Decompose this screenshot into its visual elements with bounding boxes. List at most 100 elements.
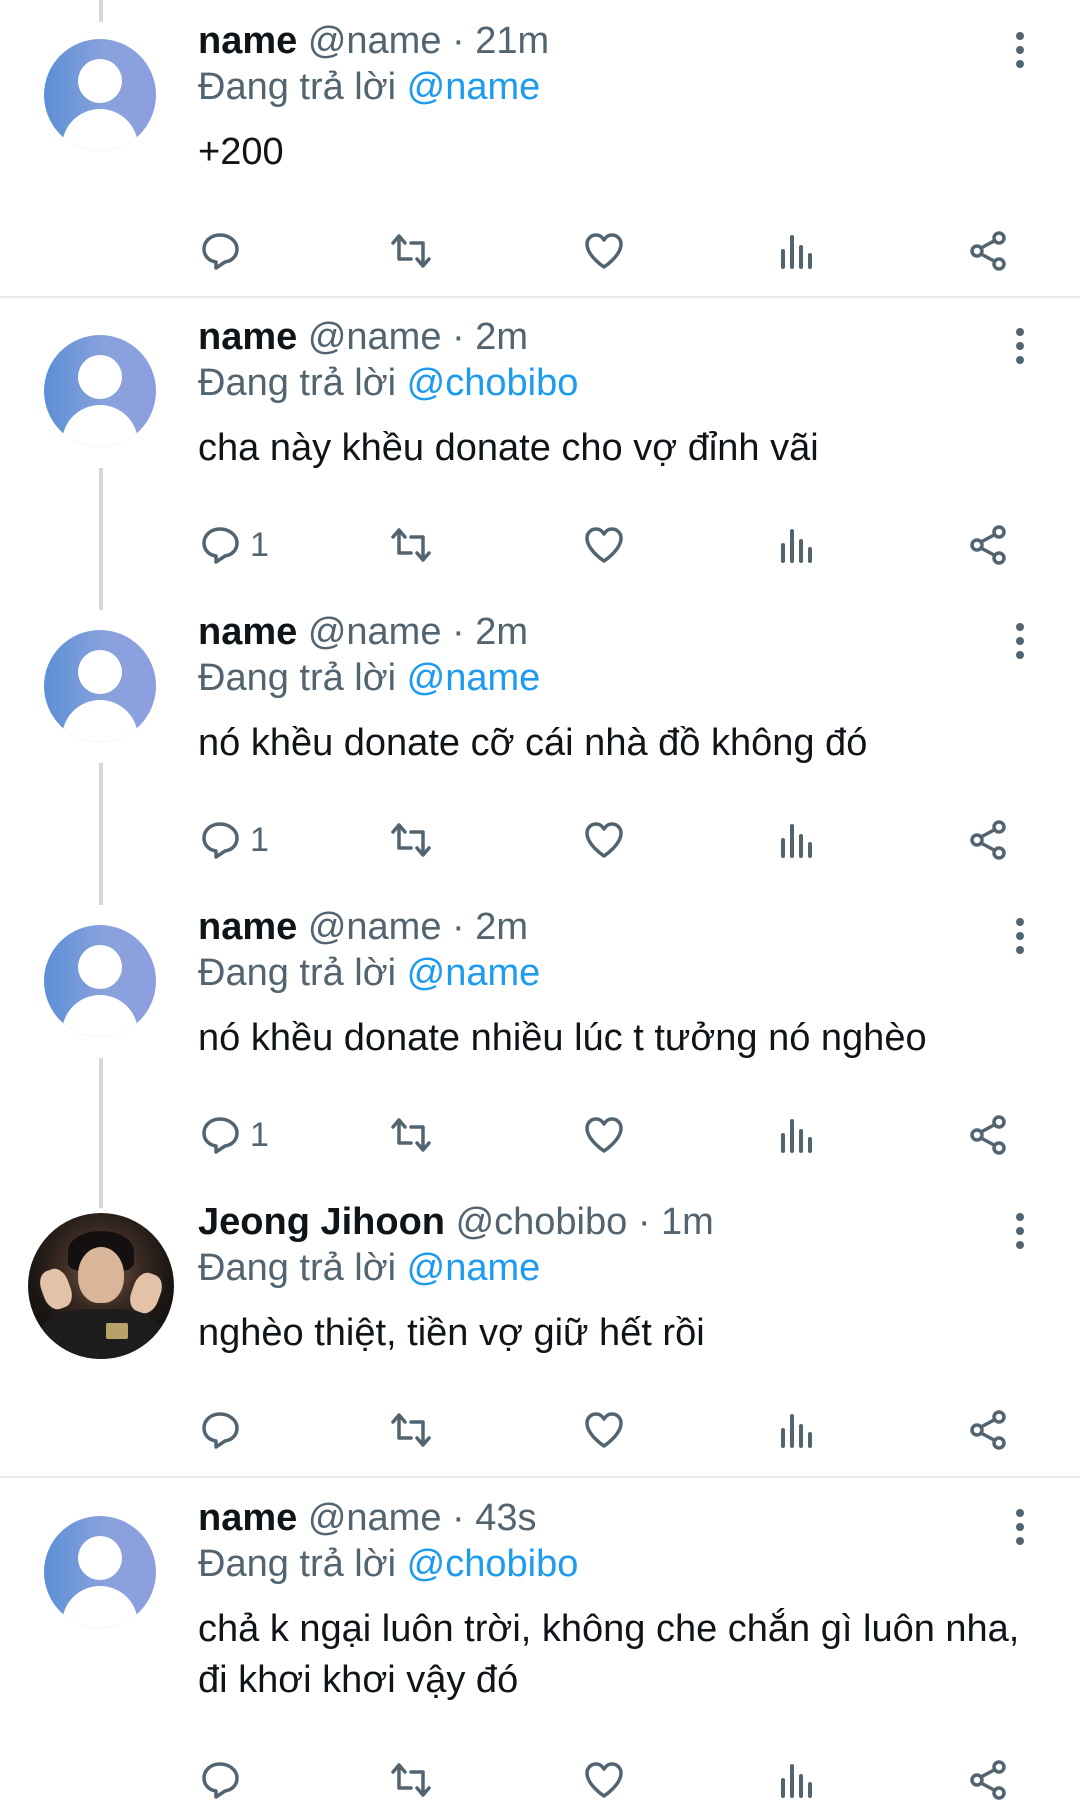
share-button[interactable]: [966, 520, 1010, 570]
retweet-icon: [391, 528, 431, 562]
more-icon[interactable]: [1010, 916, 1030, 956]
reply-button[interactable]: 1: [198, 520, 269, 570]
retweet-button[interactable]: [389, 226, 433, 276]
like-button[interactable]: [582, 520, 626, 570]
reply-button[interactable]: 1: [198, 815, 269, 865]
display-name[interactable]: name: [198, 1497, 297, 1539]
views-button[interactable]: [775, 226, 819, 276]
default-avatar-icon[interactable]: [44, 630, 156, 742]
user-handle[interactable]: @chobibo: [456, 1201, 628, 1243]
like-button[interactable]: [582, 1110, 626, 1160]
share-button[interactable]: [966, 1755, 1010, 1805]
user-handle[interactable]: @name: [308, 20, 442, 62]
reply-icon: [202, 1762, 239, 1799]
replying-to-label: Đang trả lời: [198, 952, 397, 994]
user-handle[interactable]: @name: [308, 611, 442, 653]
retweet-button[interactable]: [389, 520, 433, 570]
reply-count: 1: [250, 820, 269, 859]
timestamp[interactable]: 21m: [475, 20, 549, 62]
replying-to-label: Đang trả lời: [198, 66, 397, 108]
default-avatar-icon[interactable]: [44, 1516, 156, 1628]
more-icon[interactable]: [1010, 621, 1030, 661]
timestamp[interactable]: 2m: [475, 316, 528, 358]
mention-link[interactable]: @name: [407, 952, 541, 994]
action-bar: 1: [0, 1110, 1080, 1160]
views-button[interactable]: [775, 1110, 819, 1160]
views-button[interactable]: [775, 815, 819, 865]
action-bar: 1: [0, 815, 1080, 865]
separator-dot: ·: [452, 906, 465, 948]
replying-to-label: Đang trả lời: [198, 362, 397, 404]
default-avatar-icon[interactable]: [44, 39, 156, 151]
like-button[interactable]: [582, 815, 626, 865]
retweet-button[interactable]: [389, 815, 433, 865]
more-icon[interactable]: [1010, 1211, 1030, 1251]
reply-button[interactable]: 1: [198, 1110, 269, 1160]
retweet-button[interactable]: [389, 1405, 433, 1455]
mention-link[interactable]: @name: [407, 657, 541, 699]
views-icon: [781, 824, 812, 858]
views-icon: [781, 235, 812, 269]
separator-dot: ·: [452, 1497, 465, 1539]
profile-photo[interactable]: [28, 1213, 174, 1359]
tweet[interactable]: name @name · 21m Đang trả lời @name +200: [0, 0, 1080, 296]
display-name[interactable]: name: [198, 611, 297, 653]
mention-link[interactable]: @chobibo: [407, 362, 579, 404]
timestamp[interactable]: 2m: [475, 906, 528, 948]
mention-link[interactable]: @chobibo: [407, 1543, 579, 1585]
reply-icon: [202, 1412, 239, 1449]
views-button[interactable]: [775, 1405, 819, 1455]
views-icon: [781, 1414, 812, 1448]
display-name[interactable]: name: [198, 316, 297, 358]
timestamp[interactable]: 43s: [475, 1497, 536, 1539]
views-button[interactable]: [775, 520, 819, 570]
views-icon: [781, 1764, 812, 1798]
thread-line: [99, 763, 103, 905]
more-icon[interactable]: [1010, 30, 1030, 70]
like-button[interactable]: [582, 226, 626, 276]
timestamp[interactable]: 1m: [661, 1201, 714, 1243]
views-button[interactable]: [775, 1755, 819, 1805]
replying-to: Đang trả lời @name: [198, 657, 540, 700]
action-bar: [0, 1405, 1080, 1455]
retweet-button[interactable]: [389, 1755, 433, 1805]
tweet[interactable]: name @name · 2m Đang trả lời @chobibo ch…: [0, 296, 1080, 591]
display-name[interactable]: name: [198, 906, 297, 948]
tweet[interactable]: name @name · 43s Đang trả lời @chobibo c…: [0, 1477, 1080, 1816]
share-button[interactable]: [966, 226, 1010, 276]
mention-link[interactable]: @name: [407, 1247, 541, 1289]
tweet-text: +200: [198, 131, 284, 173]
user-handle[interactable]: @name: [308, 906, 442, 948]
replying-to: Đang trả lời @chobibo: [198, 362, 578, 405]
tweet-text: cha này khều donate cho vợ đỉnh vãi: [198, 427, 819, 469]
reply-button[interactable]: [198, 226, 250, 276]
reply-button[interactable]: [198, 1755, 250, 1805]
tweet[interactable]: name @name · 2m Đang trả lời @name nó kh…: [0, 591, 1080, 886]
share-icon: [970, 525, 1006, 565]
default-avatar-icon[interactable]: [44, 925, 156, 1037]
reply-button[interactable]: [198, 1405, 250, 1455]
replying-to: Đang trả lời @name: [198, 66, 540, 109]
like-button[interactable]: [582, 1755, 626, 1805]
retweet-button[interactable]: [389, 1110, 433, 1160]
tweet-text: nó khều donate cỡ cái nhà đồ không đó: [198, 722, 868, 764]
tweet[interactable]: Jeong Jihoon @chobibo · 1m Đang trả lời …: [0, 1181, 1080, 1476]
display-name[interactable]: name: [198, 20, 297, 62]
replying-to: Đang trả lời @name: [198, 952, 540, 995]
user-handle[interactable]: @name: [308, 1497, 442, 1539]
thread-line: [99, 0, 103, 22]
tweet[interactable]: name @name · 2m Đang trả lời @name nó kh…: [0, 886, 1080, 1181]
share-button[interactable]: [966, 1110, 1010, 1160]
tweet-text: nghèo thiệt, tiền vợ giữ hết rồi: [198, 1312, 705, 1354]
default-avatar-icon[interactable]: [44, 335, 156, 447]
share-button[interactable]: [966, 815, 1010, 865]
more-icon[interactable]: [1010, 326, 1030, 366]
mention-link[interactable]: @name: [407, 66, 541, 108]
like-button[interactable]: [582, 1405, 626, 1455]
user-handle[interactable]: @name: [308, 316, 442, 358]
timestamp[interactable]: 2m: [475, 611, 528, 653]
display-name[interactable]: Jeong Jihoon: [198, 1201, 445, 1243]
more-icon[interactable]: [1010, 1507, 1030, 1547]
share-button[interactable]: [966, 1405, 1010, 1455]
replying-to: Đang trả lời @chobibo: [198, 1543, 578, 1586]
